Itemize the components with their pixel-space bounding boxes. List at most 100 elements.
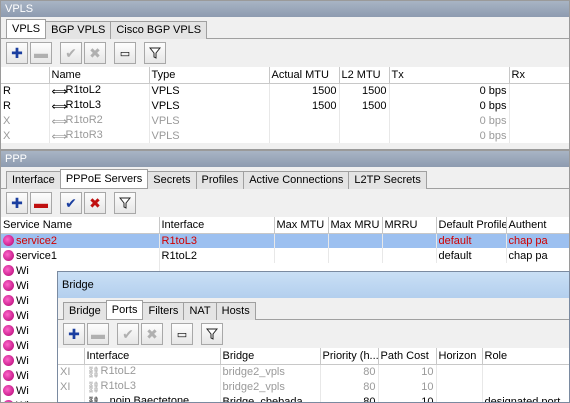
table-row[interactable]: XI ⛓R1toL2 bridge2_vpls 80 10 xyxy=(58,364,569,379)
row-horizon xyxy=(436,364,483,379)
tab-profiles[interactable]: Profiles xyxy=(195,171,245,189)
table-row[interactable]: X ⟺R1toR3 VPLS 0 bps xyxy=(1,128,569,143)
col-flag[interactable] xyxy=(1,67,50,84)
remove-button[interactable]: ▬ xyxy=(87,323,109,345)
col-interface[interactable]: Interface xyxy=(159,217,275,234)
tab-pppoe-servers[interactable]: PPPoE Servers xyxy=(59,169,149,188)
col-bridge[interactable]: Bridge xyxy=(220,348,321,365)
pppoe-server-icon xyxy=(3,264,14,276)
row-mtu: 1500 xyxy=(269,98,340,113)
table-row[interactable]: service1 R1toL2 default chap pa xyxy=(1,248,569,263)
remove-button[interactable]: ▬ xyxy=(30,42,52,64)
pppoe-server-icon xyxy=(3,339,14,351)
plus-icon: ✚ xyxy=(68,325,80,342)
tab-ports[interactable]: Ports xyxy=(105,300,144,319)
row-flag: R xyxy=(1,98,50,113)
row-priority: 80 xyxy=(320,364,379,379)
minus-icon: ▬ xyxy=(34,195,48,211)
row-path-cost: 10 xyxy=(378,394,437,402)
disable-button[interactable]: ✖ xyxy=(84,192,106,214)
tab-bridge[interactable]: Bridge xyxy=(63,302,107,320)
check-icon: ✔ xyxy=(122,325,134,342)
col-service-name[interactable]: Service Name xyxy=(1,217,160,234)
comment-button[interactable]: ▭ xyxy=(114,42,136,64)
tab-l2tp-secrets[interactable]: L2TP Secrets xyxy=(348,171,427,189)
row-l2mtu: 1500 xyxy=(339,98,390,113)
table-row[interactable]: ⛓...noip Baectetone Bridge_cbebada 80 10… xyxy=(58,394,569,402)
row-service: service2 xyxy=(16,234,57,247)
row-type: VPLS xyxy=(149,128,270,143)
row-tx: 0 bps xyxy=(389,98,510,113)
row-interface: R1toL2 xyxy=(159,248,275,263)
minus-icon: ▬ xyxy=(34,45,48,61)
col-mrru[interactable]: MRRU xyxy=(382,217,437,234)
tab-filters[interactable]: Filters xyxy=(142,302,185,320)
comment-button[interactable]: ▭ xyxy=(171,323,193,345)
tab-nat[interactable]: NAT xyxy=(183,302,217,320)
vpls-window: VPLS VPLS BGP VPLS Cisco BGP VPLS ✚ ▬ ✔ … xyxy=(0,0,570,150)
col-horizon[interactable]: Horizon xyxy=(436,348,483,365)
col-type[interactable]: Type xyxy=(149,67,270,84)
filter-button[interactable] xyxy=(144,42,166,64)
row-auth: chap pa xyxy=(506,248,569,263)
row-service: Wi xyxy=(16,369,29,382)
col-priority[interactable]: Priority (h... xyxy=(320,348,379,365)
disable-button[interactable]: ✖ xyxy=(84,42,106,64)
table-row[interactable]: service2 R1toL3 default chap pa xyxy=(1,233,569,248)
add-button[interactable]: ✚ xyxy=(6,42,28,64)
cross-icon: ✖ xyxy=(146,325,158,342)
col-role[interactable]: Role xyxy=(482,348,569,365)
enable-button[interactable]: ✔ xyxy=(60,192,82,214)
col-flag[interactable] xyxy=(58,348,85,365)
tab-hosts[interactable]: Hosts xyxy=(215,302,256,320)
remove-button[interactable]: ▬ xyxy=(30,192,52,214)
row-auth: chap pa xyxy=(506,233,569,248)
row-tx: 0 bps xyxy=(389,113,510,128)
filter-button[interactable] xyxy=(114,192,136,214)
col-name[interactable]: Name xyxy=(49,67,150,84)
pppoe-server-icon xyxy=(3,234,14,246)
row-tx: 0 bps xyxy=(389,128,510,143)
table-row[interactable]: R ⟺R1toL2 VPLS 1500 1500 0 bps xyxy=(1,83,569,98)
disable-button[interactable]: ✖ xyxy=(141,323,163,345)
bridge-header-row: Interface Bridge Priority (h... Path Cos… xyxy=(58,348,569,365)
tab-vpls[interactable]: VPLS xyxy=(6,19,47,38)
vpls-interface-icon: ⟺ xyxy=(51,131,68,143)
plus-icon: ✚ xyxy=(11,44,23,61)
row-priority: 80 xyxy=(320,379,379,394)
col-path-cost[interactable]: Path Cost xyxy=(378,348,437,365)
col-actual-mtu[interactable]: Actual MTU xyxy=(269,67,340,84)
table-row[interactable]: R ⟺R1toL3 VPLS 1500 1500 0 bps xyxy=(1,98,569,113)
row-flag: XI xyxy=(58,379,85,394)
col-max-mtu[interactable]: Max MTU xyxy=(274,217,329,234)
filter-icon xyxy=(206,328,218,340)
table-row[interactable]: XI ⛓R1toL3 bridge2_vpls 80 10 xyxy=(58,379,569,394)
tab-secrets[interactable]: Secrets xyxy=(147,171,197,189)
row-service: Wi xyxy=(16,339,29,352)
enable-button[interactable]: ✔ xyxy=(117,323,139,345)
tab-cisco-bgp-vpls[interactable]: Cisco BGP VPLS xyxy=(110,21,208,39)
col-interface[interactable]: Interface xyxy=(84,348,221,365)
row-mtu xyxy=(269,113,340,128)
minus-icon: ▬ xyxy=(91,326,105,342)
row-horizon xyxy=(436,379,483,394)
tab-active-connections[interactable]: Active Connections xyxy=(243,171,350,189)
filter-button[interactable] xyxy=(201,323,223,345)
tab-bgp-vpls[interactable]: BGP VPLS xyxy=(45,21,112,39)
col-default-profile[interactable]: Default Profile xyxy=(436,217,507,234)
row-service: Wi xyxy=(16,279,29,292)
col-authentication[interactable]: Authent xyxy=(506,217,569,234)
row-name: R1toR2 xyxy=(65,114,103,126)
table-row[interactable]: X ⟺R1toR2 VPLS 0 bps xyxy=(1,113,569,128)
col-rx[interactable]: Rx xyxy=(509,67,569,84)
row-path-cost: 10 xyxy=(378,379,437,394)
add-button[interactable]: ✚ xyxy=(6,192,28,214)
row-rx xyxy=(509,128,569,143)
add-button[interactable]: ✚ xyxy=(63,323,85,345)
col-tx[interactable]: Tx xyxy=(389,67,510,84)
col-max-mru[interactable]: Max MRU xyxy=(328,217,383,234)
filter-icon xyxy=(119,197,131,209)
col-l2-mtu[interactable]: L2 MTU xyxy=(339,67,390,84)
tab-interface[interactable]: Interface xyxy=(6,171,61,189)
enable-button[interactable]: ✔ xyxy=(60,42,82,64)
